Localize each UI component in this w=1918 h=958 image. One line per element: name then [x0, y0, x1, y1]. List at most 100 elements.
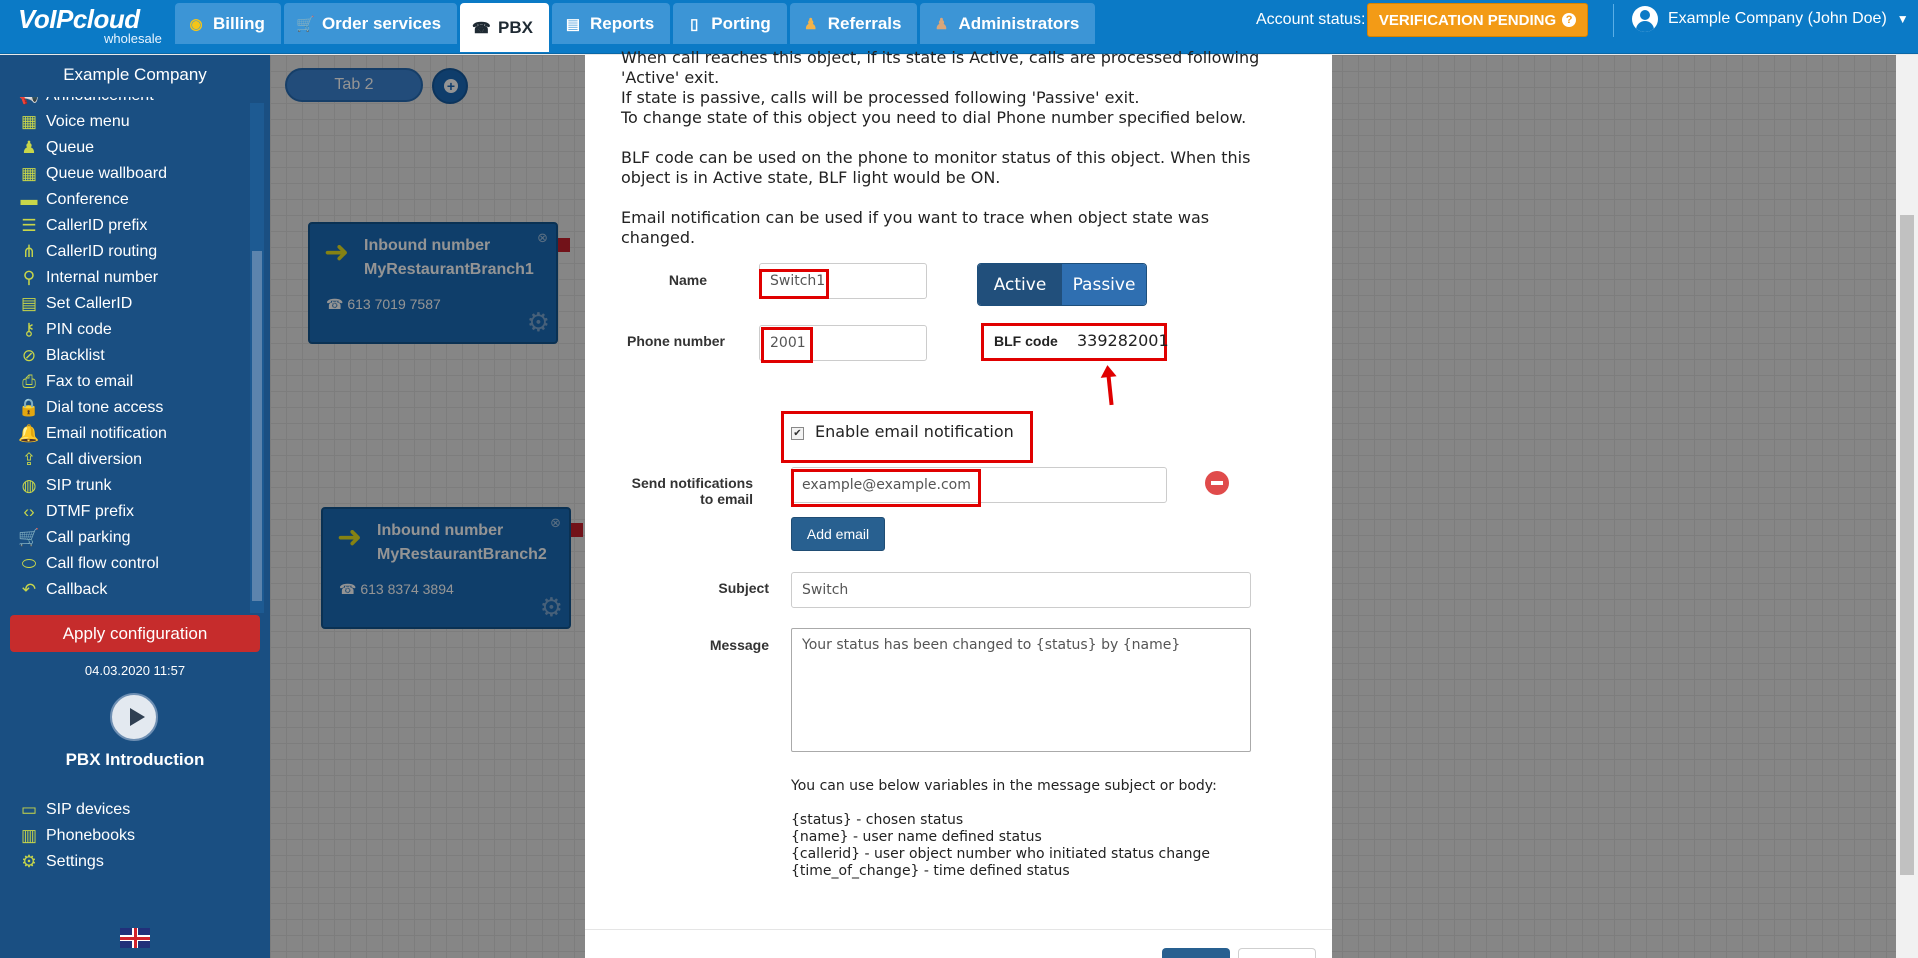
user-plus-icon: ♟	[21, 138, 37, 157]
tab-label: Administrators	[958, 13, 1080, 33]
user-menu[interactable]: Example Company (John Doe) ▼	[1632, 6, 1909, 32]
sidebar-item-label: Voice menu	[46, 113, 130, 130]
reply-icon: ↶	[21, 580, 37, 599]
toggle-icon: ⬭	[21, 554, 37, 573]
remove-email-icon[interactable]	[1205, 471, 1229, 495]
desc-line: When call reaches this object, if its st…	[621, 48, 1260, 87]
sidebar-item-call-diversion[interactable]: ⇪ Call diversion	[12, 447, 248, 473]
variable-item: {name} - user name defined status	[791, 829, 1042, 845]
upload-icon: ⇪	[21, 450, 37, 469]
user-name: Example Company (John Doe)	[1668, 10, 1887, 27]
sidebar-item-label: Announcement	[46, 97, 154, 105]
phone-number-label: Phone number	[626, 333, 725, 349]
sidebar-item-call-parking[interactable]: 🛒 Call parking	[12, 525, 248, 551]
enable-email-checkbox[interactable]: ✔	[791, 427, 804, 440]
sitemap-icon: ⋔	[21, 242, 37, 261]
sidebar-item-call-flow-control[interactable]: ⬭ Call flow control	[12, 551, 248, 577]
company-name: Example Company	[63, 65, 207, 84]
highlight-box	[759, 269, 829, 299]
sidebar-item-sip-devices[interactable]: ▭ SIP devices	[12, 797, 248, 823]
sidebar-item-set-callerid[interactable]: ▤ Set CallerID	[12, 291, 248, 317]
sidebar-item-queue[interactable]: ♟ Queue	[12, 135, 248, 161]
sidebar-item-label: Email notification	[46, 425, 167, 442]
send-label-line: Send notifications	[631, 475, 753, 491]
state-toggle: Active Passive	[977, 263, 1147, 306]
tab-label: Billing	[213, 13, 265, 33]
variables-hint: You can use below variables in the messa…	[791, 778, 1217, 794]
message-textarea[interactable]: Your status has been changed to {status}…	[791, 628, 1251, 752]
sidebar-item-label: Conference	[46, 191, 129, 208]
scrollbar-thumb[interactable]	[1900, 215, 1914, 875]
sidebar-item-email-notification[interactable]: 🔔 Email notification	[12, 421, 248, 447]
bell-icon: 🔔	[18, 424, 40, 443]
tab-billing[interactable]: ◉ Billing	[175, 3, 281, 44]
sidebar-item-conference[interactable]: ▬ Conference	[12, 187, 248, 213]
desc-line: If state is passive, calls will be proce…	[621, 88, 1140, 107]
sidebar-item-label: SIP devices	[46, 801, 131, 818]
code-icon: ‹›	[23, 502, 35, 521]
phone-icon: ▯	[690, 15, 699, 33]
tab-pbx[interactable]: ☎ PBX	[460, 3, 550, 52]
blf-code-label: BLF code	[994, 333, 1058, 349]
pin-icon: ⚲	[22, 268, 36, 287]
subject-input[interactable]: Switch	[791, 572, 1251, 608]
state-passive-button[interactable]: Passive	[1062, 264, 1146, 305]
switch-settings-modal: When call reaches this object, if its st…	[585, 48, 1332, 958]
send-notifications-label: Send notifications to email	[621, 475, 753, 507]
ban-icon: ⊘	[21, 346, 37, 365]
sidebar-item-settings[interactable]: ⚙ Settings	[12, 849, 248, 875]
sidebar-item-announcement[interactable]: 📢Announcement	[12, 97, 248, 109]
sidebar-scrollbar[interactable]	[250, 103, 264, 613]
pbx-introduction-link[interactable]: PBX Introduction	[0, 750, 270, 770]
sidebar-item-fax-to-email[interactable]: ⎙ Fax to email	[12, 369, 248, 395]
enable-email-label: Enable email notification	[815, 422, 1014, 441]
tab-administrators[interactable]: ♟ Administrators	[920, 3, 1096, 44]
tab-order-services[interactable]: 🛒 Order services	[283, 3, 458, 44]
tab-porting[interactable]: ▯ Porting	[673, 3, 787, 44]
state-active-button[interactable]: Active	[978, 264, 1062, 305]
sidebar-item-voice-menu[interactable]: ▦ Voice menu	[12, 109, 248, 135]
sidebar-item-sip-trunk[interactable]: ◍ SIP trunk	[12, 473, 248, 499]
sidebar-item-label: Set CallerID	[46, 295, 133, 312]
sidebar-item-callback[interactable]: ↶ Callback	[12, 577, 248, 603]
table-icon: ▦	[20, 164, 38, 183]
sidebar-item-pin-code[interactable]: ⚷ PIN code	[12, 317, 248, 343]
sidebar-item-label: Call diversion	[46, 451, 143, 468]
sidebar-item-callerid-routing[interactable]: ⋔ CallerID routing	[12, 239, 248, 265]
logo[interactable]: VoIPcloud wholesale	[18, 4, 168, 50]
monitor-icon: ▭	[20, 800, 38, 819]
sidebar-item-callerid-prefix[interactable]: ☰ CallerID prefix	[12, 213, 248, 239]
account-status-label: Account status:	[1256, 11, 1366, 28]
sidebar-item-label: DTMF prefix	[46, 503, 134, 520]
save-button[interactable]	[1162, 948, 1230, 958]
scrollbar-thumb[interactable]	[252, 251, 262, 601]
sidebar-item-label: Queue wallboard	[46, 165, 167, 182]
play-icon[interactable]	[110, 693, 158, 741]
sidebar-item-phonebooks[interactable]: ▥ Phonebooks	[12, 823, 248, 849]
sidebar-item-blacklist[interactable]: ⊘ Blacklist	[12, 343, 248, 369]
apply-configuration-button[interactable]: Apply configuration	[10, 615, 260, 652]
megaphone-icon: 📢	[12, 97, 46, 106]
sidebar-item-label: Fax to email	[46, 373, 134, 390]
variable-item: {time_of_change} - time defined status	[791, 863, 1070, 879]
add-email-button[interactable]: Add email	[791, 517, 885, 551]
admin-icon: ♟	[934, 15, 949, 33]
sidebar-item-dtmf-prefix[interactable]: ‹› DTMF prefix	[12, 499, 248, 525]
sidebar-item-queue-wallboard[interactable]: ▦ Queue wallboard	[12, 161, 248, 187]
avatar	[1632, 6, 1658, 32]
page-scrollbar[interactable]	[1896, 55, 1918, 958]
logo-subtext: wholesale	[104, 31, 162, 46]
cancel-button[interactable]	[1238, 948, 1316, 958]
sidebar-item-label: PIN code	[46, 321, 112, 338]
variable-item: {status} - chosen status	[791, 812, 964, 828]
tab-reports[interactable]: ▤ Reports	[552, 3, 671, 44]
verification-status-button[interactable]: VERIFICATION PENDING ?	[1367, 3, 1588, 37]
tab-referrals[interactable]: ♟ Referrals	[789, 3, 918, 44]
sidebar-item-dial-tone-access[interactable]: 🔒 Dial tone access	[12, 395, 248, 421]
uk-flag-icon[interactable]	[120, 928, 150, 948]
key-icon: ⚷	[22, 320, 36, 339]
sidebar-bottom-links: ▭ SIP devices ▥ Phonebooks ⚙ Settings	[12, 797, 248, 875]
sidebar: Example Company 📢Announcement ▦ Voice men…	[0, 55, 270, 958]
modal-description: When call reaches this object, if its st…	[621, 48, 1261, 268]
sidebar-item-internal-number[interactable]: ⚲ Internal number	[12, 265, 248, 291]
